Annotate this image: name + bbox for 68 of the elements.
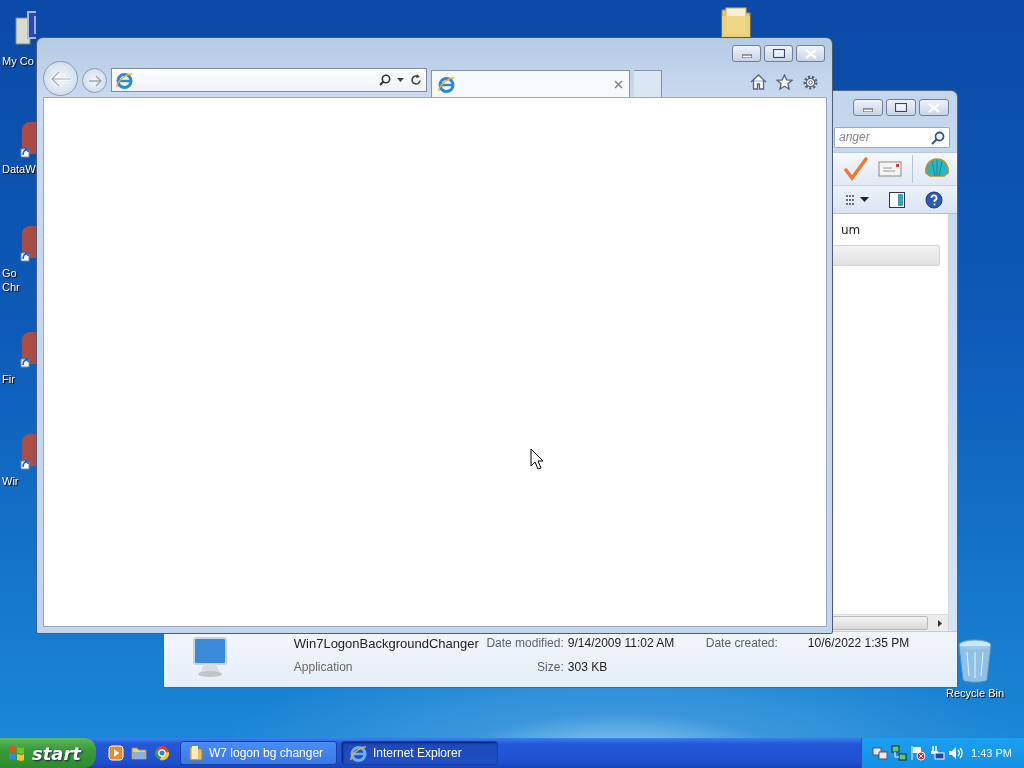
dropdown-caret-icon[interactable] <box>397 78 404 82</box>
close-tab-icon[interactable] <box>614 79 623 89</box>
refresh-icon[interactable] <box>410 74 422 86</box>
preview-pane-icon[interactable] <box>889 191 905 208</box>
search-icon[interactable] <box>379 74 391 86</box>
minimize-button[interactable] <box>732 45 761 62</box>
desktop-icon-label[interactable]: Fir <box>2 372 15 386</box>
close-button[interactable] <box>919 99 949 116</box>
field-label: Size: <box>537 659 564 676</box>
close-icon <box>804 48 817 59</box>
envelope-icon[interactable] <box>878 160 902 178</box>
horizontal-scrollbar[interactable] <box>832 614 948 631</box>
media-player-icon[interactable] <box>108 745 124 761</box>
network-icon[interactable] <box>872 745 888 761</box>
desktop-icon-label[interactable]: DataW <box>2 162 36 176</box>
close-icon <box>928 102 940 113</box>
network-icon[interactable] <box>929 745 945 761</box>
application-icon <box>190 636 230 678</box>
minimize-button[interactable] <box>853 99 883 116</box>
settings-icon[interactable] <box>802 73 819 91</box>
browser-logo-icon <box>116 71 133 89</box>
file-type: Application <box>293 659 353 676</box>
desktop-icon-label[interactable]: Wir <box>2 474 19 488</box>
file-name: Win7LogonBackgroundChanger <box>293 636 479 653</box>
field-label: Date created: <box>705 636 778 652</box>
desktop-icon-label[interactable]: Recycle Bin <box>945 686 1005 700</box>
folder-icon[interactable] <box>131 745 147 761</box>
windows-logo-icon <box>7 744 27 762</box>
taskbar-button[interactable]: W7 logon bg changer <box>180 741 337 765</box>
maximize-button[interactable] <box>764 45 793 62</box>
network-icon[interactable] <box>891 745 907 761</box>
arrow-right-icon <box>87 74 102 87</box>
arrow-left-icon <box>49 70 72 87</box>
view-options-button[interactable] <box>846 193 869 206</box>
search-field[interactable]: anger <box>834 126 950 148</box>
browser-icon[interactable] <box>154 745 170 761</box>
desktop-icon-label[interactable]: Chr <box>2 280 20 294</box>
desktop-icon-label[interactable]: My Co <box>2 54 34 68</box>
browser-logo-icon <box>438 75 455 93</box>
start-button[interactable]: start <box>0 738 96 768</box>
clock[interactable]: 1:43 PM <box>971 747 1024 759</box>
scroll-right-arrow-icon[interactable] <box>938 619 942 627</box>
help-icon[interactable] <box>925 190 943 209</box>
checkmark-icon[interactable] <box>844 157 868 181</box>
field-label: Date modified: <box>486 636 564 652</box>
browser-tab[interactable] <box>431 70 630 97</box>
maximize-button[interactable] <box>886 99 916 116</box>
field-value: 10/6/2022 1:35 PM <box>807 636 910 652</box>
browser-logo-icon <box>350 744 367 762</box>
maximize-icon <box>895 103 907 112</box>
home-icon[interactable] <box>750 73 767 90</box>
folder-icon[interactable] <box>720 6 752 37</box>
desktop-icon-label[interactable]: Go <box>2 266 17 280</box>
mouse-pointer-icon <box>530 448 544 470</box>
field-value: 303 KB <box>567 659 608 676</box>
list-item-text: um <box>841 223 862 237</box>
taskbar-button[interactable]: Internet Explorer <box>341 741 498 765</box>
close-button[interactable] <box>796 45 825 62</box>
flag-icon[interactable] <box>910 745 926 761</box>
search-icon[interactable] <box>931 130 945 145</box>
folder-icon <box>189 745 203 761</box>
star-icon[interactable] <box>776 73 793 90</box>
caret-icon <box>860 197 869 202</box>
list-view-icon <box>846 193 855 206</box>
maximize-icon <box>772 49 785 58</box>
field-value: 9/14/2009 11:02 AM <box>567 636 675 652</box>
recycle-bin-icon[interactable] <box>955 638 995 684</box>
address-bar[interactable] <box>111 68 427 92</box>
